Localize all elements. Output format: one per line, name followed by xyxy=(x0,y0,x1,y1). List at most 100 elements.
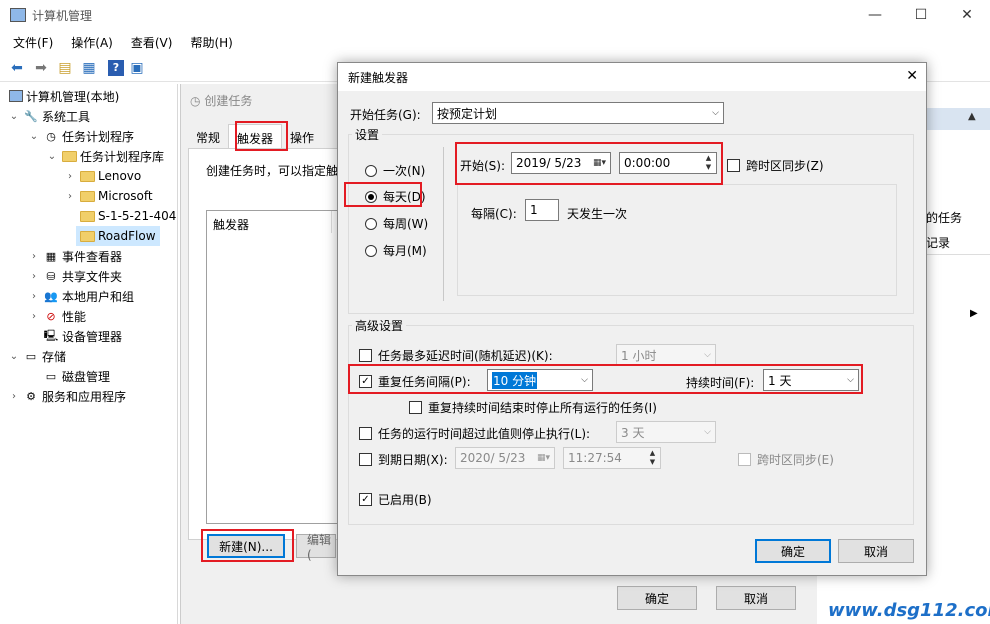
tree-item-microsoft[interactable]: › Microsoft xyxy=(64,186,153,206)
maximize-button[interactable]: ☐ xyxy=(898,0,944,30)
stop-longer-checkbox[interactable]: 任务的运行时间超过此值则停止执行(L): xyxy=(359,425,590,442)
tree-item-disk-management[interactable]: ▭ 磁盘管理 xyxy=(40,366,110,386)
radio-weekly[interactable]: 每周(W) xyxy=(365,215,428,232)
tree-item-shared-folders[interactable]: › ⛁ 共享文件夹 xyxy=(28,266,122,286)
menu-help[interactable]: 帮助(H) xyxy=(181,34,241,51)
chevron-down-icon[interactable]: ⌄ xyxy=(8,111,20,122)
chevron-down-icon: ⌵ xyxy=(581,375,588,385)
actions-item-history[interactable]: 记录 xyxy=(926,234,950,251)
chevron-right-icon[interactable]: › xyxy=(28,251,40,262)
sync-timezone-checkbox[interactable]: 跨时区同步(Z) xyxy=(727,157,824,174)
tree-item-performance[interactable]: › ⊘ 性能 xyxy=(28,306,86,326)
tab-triggers[interactable]: 触发器 xyxy=(228,124,283,149)
collapse-up-icon[interactable]: ▲ xyxy=(968,111,976,122)
enabled-checkbox[interactable]: ✓ 已启用(B) xyxy=(359,491,432,508)
minimize-button[interactable]: — xyxy=(852,0,898,30)
tree-item-lenovo[interactable]: › Lenovo xyxy=(64,166,141,186)
every-suffix: 天发生一次 xyxy=(567,207,628,221)
checkbox-box[interactable] xyxy=(727,159,740,172)
checkbox-box[interactable] xyxy=(409,401,422,414)
checkbox-box[interactable] xyxy=(738,453,751,466)
chevron-right-icon[interactable]: › xyxy=(8,391,20,402)
duration-select[interactable]: 1 天 ⌵ xyxy=(763,369,859,391)
create-task-cancel-button[interactable]: 取消 xyxy=(716,586,796,610)
tree-item-roadflow[interactable]: RoadFlow xyxy=(76,226,160,246)
chevron-down-icon[interactable]: ⌄ xyxy=(8,351,20,362)
calendar-dropdown-icon[interactable]: ▦▾ xyxy=(537,453,550,463)
radio-monthly[interactable]: 每月(M) xyxy=(365,242,427,259)
checkbox-box[interactable] xyxy=(359,427,372,440)
chevron-right-icon[interactable]: ▶ xyxy=(970,308,978,319)
stop-longer-select[interactable]: 3 天 ⌵ xyxy=(616,421,716,443)
action-pane-icon[interactable]: ▣ xyxy=(126,57,148,79)
actions-panel: ▲ 的任务 记录 ▶ xyxy=(918,84,990,624)
chevron-right-icon[interactable]: › xyxy=(28,271,40,282)
tree-item-system-tools[interactable]: ⌄ 🔧 系统工具 xyxy=(8,106,90,126)
expire-time-input[interactable]: 11:27:54 ▲ ▼ xyxy=(563,447,661,469)
radio-once[interactable]: 一次(N) xyxy=(365,162,425,179)
tree-item-task-scheduler-library[interactable]: ⌄ 任务计划程序库 xyxy=(46,146,164,166)
dialog-cancel-button[interactable]: 取消 xyxy=(838,539,914,563)
dialog-title-bar: 新建触发器 ✕ xyxy=(338,63,926,91)
expire-checkbox[interactable]: 到期日期(X): xyxy=(359,451,448,468)
actions-item-tasks[interactable]: 的任务 xyxy=(926,209,962,226)
tree-item-computer-management[interactable]: 计算机管理(本地) xyxy=(6,86,119,106)
list-header-trigger[interactable]: 触发器 xyxy=(213,216,249,233)
spin-buttons[interactable]: ▲ ▼ xyxy=(702,154,715,172)
new-trigger-button[interactable]: 新建(N)... xyxy=(207,534,285,558)
radio-circle[interactable] xyxy=(365,190,377,203)
radio-circle[interactable] xyxy=(365,164,377,177)
chevron-right-icon[interactable]: › xyxy=(28,311,40,322)
radio-circle[interactable] xyxy=(365,244,377,257)
checkmark-icon[interactable]: ✓ xyxy=(359,375,372,388)
start-date-picker[interactable]: 2019/ 5/23 ▦▾ xyxy=(511,152,611,174)
show-hide-tree-icon[interactable]: ▦ xyxy=(78,57,100,79)
up-folder-icon[interactable]: ▤ xyxy=(54,57,76,79)
chevron-down-icon[interactable]: ⌄ xyxy=(28,131,40,142)
expire-date-picker[interactable]: 2020/ 5/23 ▦▾ xyxy=(455,447,555,469)
menu-action[interactable]: 操作(A) xyxy=(62,34,122,51)
tree-item-local-users[interactable]: › 👥 本地用户和组 xyxy=(28,286,134,306)
stop-all-checkbox[interactable]: 重复持续时间结束时停止所有运行的任务(I) xyxy=(409,399,657,416)
radio-circle[interactable] xyxy=(365,217,377,230)
chevron-right-icon[interactable]: › xyxy=(64,171,76,182)
start-task-select[interactable]: 按预定计划 ⌵ xyxy=(432,102,724,124)
checkbox-box[interactable] xyxy=(359,453,372,466)
spin-buttons[interactable]: ▲ ▼ xyxy=(646,449,659,467)
create-task-ok-button[interactable]: 确定 xyxy=(617,586,697,610)
checkbox-box[interactable] xyxy=(359,349,372,362)
expire-sync-checkbox[interactable]: 跨时区同步(E) xyxy=(738,451,834,468)
tree-item-task-scheduler[interactable]: ⌄ ◷ 任务计划程序 xyxy=(28,126,134,146)
actions-panel-header[interactable] xyxy=(918,108,990,130)
repeat-interval-select[interactable]: 10 分钟 ⌵ xyxy=(487,369,593,391)
delay-select[interactable]: 1 小时 ⌵ xyxy=(616,344,716,366)
every-days-input[interactable]: 1 xyxy=(525,199,559,221)
menu-file[interactable]: 文件(F) xyxy=(4,34,62,51)
tree-item-device-manager[interactable]: 🖳 设备管理器 xyxy=(40,326,122,346)
tree-item-services[interactable]: › ⚙ 服务和应用程序 xyxy=(8,386,126,406)
chevron-down-icon[interactable]: ⌄ xyxy=(46,151,58,162)
tree-item-event-viewer[interactable]: › ▦ 事件查看器 xyxy=(28,246,122,266)
tree-item-storage[interactable]: ⌄ ▭ 存储 xyxy=(8,346,66,366)
checkmark-icon[interactable]: ✓ xyxy=(359,493,372,506)
radio-daily[interactable]: 每天(D) xyxy=(365,188,426,205)
tab-actions[interactable]: 操作 xyxy=(282,124,323,149)
users-icon: 👥 xyxy=(44,289,58,303)
chevron-right-icon[interactable]: › xyxy=(64,191,76,202)
dialog-ok-button[interactable]: 确定 xyxy=(755,539,831,563)
dialog-close-icon[interactable]: ✕ xyxy=(906,68,918,84)
duration-label: 持续时间(F): xyxy=(686,376,755,390)
chevron-right-icon[interactable]: › xyxy=(28,291,40,302)
delay-checkbox[interactable]: 任务最多延迟时间(随机延迟)(K): xyxy=(359,347,553,364)
close-button[interactable]: ✕ xyxy=(944,0,990,30)
back-arrow-icon[interactable]: ⬅ xyxy=(6,57,28,79)
tree-item-sid[interactable]: S-1-5-21-404 xyxy=(76,206,176,226)
edit-trigger-button[interactable]: 编辑( xyxy=(296,533,336,562)
forward-arrow-icon[interactable]: ➡ xyxy=(30,57,52,79)
tab-general[interactable]: 常规 xyxy=(188,124,229,149)
start-time-input[interactable]: 0:00:00 ▲ ▼ xyxy=(619,152,717,174)
calendar-dropdown-icon[interactable]: ▦▾ xyxy=(593,158,606,168)
help-icon[interactable]: ? xyxy=(108,59,124,76)
menu-view[interactable]: 查看(V) xyxy=(122,34,182,51)
repeat-checkbox[interactable]: ✓ 重复任务间隔(P): xyxy=(359,373,471,390)
